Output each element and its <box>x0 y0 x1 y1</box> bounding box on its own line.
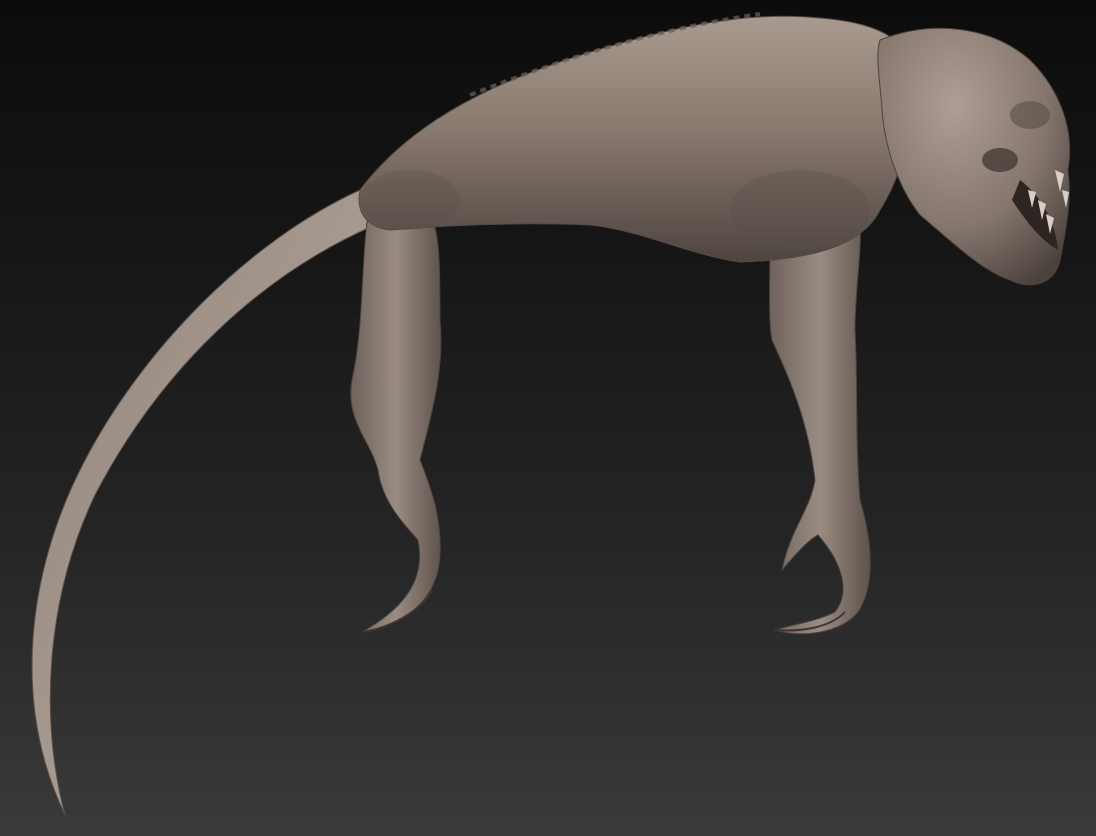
creature-front-leg <box>769 224 871 635</box>
creature-tail <box>31 189 376 816</box>
creature-hip-shadow <box>360 170 460 230</box>
creature-back-leg <box>350 199 442 633</box>
render-viewport <box>0 0 1096 836</box>
creature-shoulder-shadow <box>730 170 870 250</box>
creature-eye-socket <box>982 148 1018 172</box>
creature-brow <box>1010 101 1050 129</box>
creature-head <box>877 27 1071 286</box>
sculpt-render <box>31 12 1071 816</box>
